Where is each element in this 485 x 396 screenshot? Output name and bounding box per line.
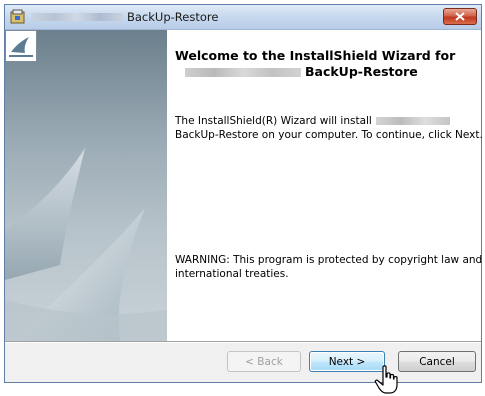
copyright-warning-line1: WARNING: This program is protected by co… [175, 254, 483, 266]
install-description-line2: BackUp-Restore on your computer. To cont… [175, 129, 483, 141]
mouse-pointer-icon [374, 365, 398, 394]
installer-window: BackUp-Restore Welcome to the InstallShi… [4, 4, 483, 383]
sail-artwork [5, 148, 167, 341]
redacted-product-name [375, 117, 450, 125]
welcome-heading: Welcome to the InstallShield Wizard for [175, 48, 456, 63]
cancel-button[interactable]: Cancel [398, 351, 476, 372]
button-separator [5, 341, 481, 343]
install-description-line1: The InstallShield(R) Wizard will install [175, 115, 372, 127]
window-title: BackUp-Restore [127, 10, 219, 24]
close-icon [455, 12, 465, 21]
sail-logo-icon [5, 30, 37, 62]
redacted-product-name [31, 13, 123, 21]
back-button[interactable]: < Back [227, 351, 301, 372]
redacted-product-name [185, 68, 301, 77]
wizard-banner [5, 30, 167, 341]
close-button[interactable] [443, 8, 477, 25]
copyright-warning: WARNING: This program is protected by co… [175, 253, 482, 281]
copyright-warning-line2: international treaties. [175, 268, 289, 280]
welcome-heading-product: BackUp-Restore [305, 64, 418, 79]
install-description: The InstallShield(R) Wizard will install… [175, 114, 483, 142]
installer-icon [10, 9, 25, 24]
wizard-content: Welcome to the InstallShield Wizard for … [167, 30, 483, 341]
title-bar[interactable]: BackUp-Restore [5, 5, 481, 30]
